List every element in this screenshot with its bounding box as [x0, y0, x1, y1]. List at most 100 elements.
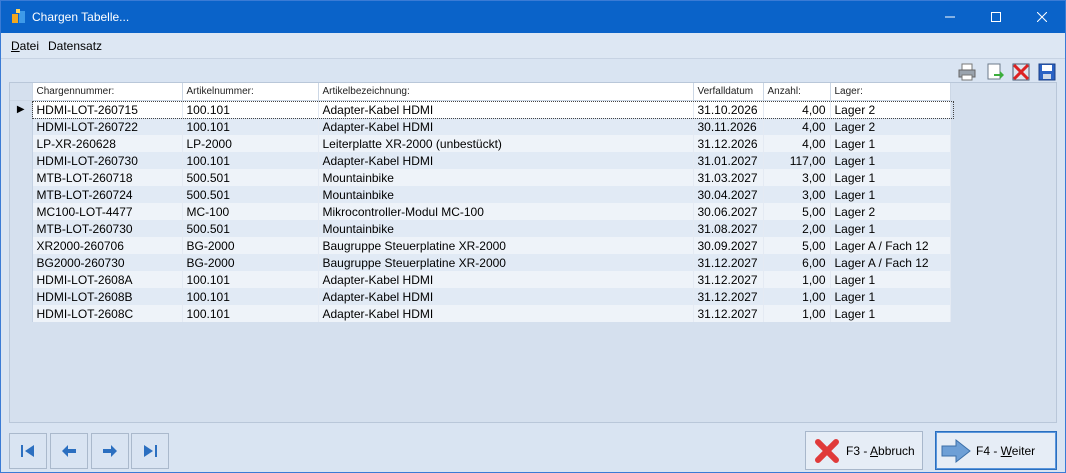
table-cell[interactable]: 30.06.2027 — [693, 203, 764, 220]
table-cell[interactable]: 100.101 — [182, 152, 319, 169]
table-row[interactable]: HDMI-LOT-260730 100.101 Adapter-Kabel HDMI… — [10, 152, 951, 169]
close-button[interactable] — [1019, 1, 1065, 33]
table-cell[interactable]: HDMI-LOT-2608C — [32, 305, 183, 322]
row-indicator[interactable] — [10, 186, 33, 203]
table-cell[interactable]: Baugruppe Steuerplatine XR-2000 — [318, 237, 694, 254]
table-cell[interactable]: 100.101 — [182, 305, 319, 322]
table-cell[interactable]: 500.501 — [182, 220, 319, 237]
table-cell[interactable]: Lager 2 — [830, 100, 951, 118]
row-indicator[interactable] — [10, 169, 33, 186]
table-cell[interactable]: 3,00 — [763, 186, 831, 203]
table-row[interactable]: MTB-LOT-260730 500.501 Mountainbike 31.08.2… — [10, 220, 951, 237]
print-icon[interactable] — [957, 62, 977, 82]
table-cell[interactable]: HDMI-LOT-260722 — [32, 118, 183, 135]
table-cell[interactable]: 100.101 — [182, 288, 319, 305]
table-cell[interactable]: XR2000-260706 — [32, 237, 183, 254]
table-cell[interactable]: Lager 1 — [830, 169, 951, 186]
table-cell[interactable]: 31.12.2027 — [693, 254, 764, 271]
row-indicator[interactable] — [10, 203, 33, 220]
column-header[interactable]: Artikelbezeichnung: — [318, 83, 694, 101]
table-cell[interactable]: Lager A / Fach 12 — [830, 237, 951, 254]
next-button[interactable]: F4 - Weiter — [935, 431, 1057, 470]
maximize-button[interactable] — [973, 1, 1019, 33]
row-indicator[interactable] — [10, 118, 33, 135]
table-cell[interactable]: MC100-LOT-4477 — [32, 203, 183, 220]
table-cell[interactable]: Lager 1 — [830, 220, 951, 237]
row-indicator[interactable] — [10, 271, 33, 288]
table-cell[interactable]: Baugruppe Steuerplatine XR-2000 — [318, 254, 694, 271]
table-cell[interactable]: LP-2000 — [182, 135, 319, 152]
table-cell[interactable]: 31.03.2027 — [693, 169, 764, 186]
menu-datensatz[interactable]: Datensatz — [48, 39, 102, 53]
row-indicator[interactable] — [10, 305, 33, 322]
column-header[interactable]: Verfalldatum — [693, 83, 764, 101]
table-row[interactable]: MTB-LOT-260724 500.501 Mountainbike 30.04.2… — [10, 186, 951, 203]
table-cell[interactable]: Lager 1 — [830, 271, 951, 288]
table-cell[interactable]: Adapter-Kabel HDMI — [318, 118, 694, 135]
table-cell[interactable]: Lager 2 — [830, 203, 951, 220]
table-cell[interactable]: Lager 1 — [830, 305, 951, 322]
save-icon[interactable] — [1037, 62, 1057, 82]
table-cell[interactable]: Mikrocontroller-Modul MC-100 — [318, 203, 694, 220]
column-header[interactable]: Anzahl: — [763, 83, 831, 101]
table-cell[interactable]: HDMI-LOT-2608A — [32, 271, 183, 288]
table-row[interactable]: LP-XR-260628 LP-2000 Leiterplatte XR-2000 … — [10, 135, 951, 152]
table-cell[interactable]: 1,00 — [763, 271, 831, 288]
table-cell[interactable]: 500.501 — [182, 186, 319, 203]
table-cell[interactable]: 100.101 — [182, 271, 319, 288]
table-cell[interactable]: 30.11.2026 — [693, 118, 764, 135]
menu-datei[interactable]: Datei — [11, 39, 39, 53]
table-cell[interactable]: BG-2000 — [182, 237, 319, 254]
table-cell[interactable]: Adapter-Kabel HDMI — [318, 100, 694, 118]
column-header[interactable]: Artikelnummer: — [182, 83, 319, 101]
table-cell[interactable]: Lager 1 — [830, 135, 951, 152]
last-record-button[interactable] — [131, 433, 169, 469]
table-cell[interactable]: MTB-LOT-260730 — [32, 220, 183, 237]
table-cell[interactable]: MTB-LOT-260718 — [32, 169, 183, 186]
table-cell[interactable]: 3,00 — [763, 169, 831, 186]
table-cell[interactable]: Lager 1 — [830, 288, 951, 305]
table-cell[interactable]: BG-2000 — [182, 254, 319, 271]
table-cell[interactable]: BG2000-260730 — [32, 254, 183, 271]
table-row[interactable]: HDMI-LOT-2608C 100.101 Adapter-Kabel HDMI 3… — [10, 305, 951, 322]
table-cell[interactable]: 31.08.2027 — [693, 220, 764, 237]
row-indicator[interactable] — [10, 288, 33, 305]
table-cell[interactable]: 30.04.2027 — [693, 186, 764, 203]
table-row[interactable]: XR2000-260706 BG-2000 Baugruppe Steuerplat… — [10, 237, 951, 254]
table-cell[interactable]: MTB-LOT-260724 — [32, 186, 183, 203]
table-cell[interactable]: 100.101 — [182, 100, 319, 118]
column-header[interactable]: Chargennummer: — [32, 83, 183, 101]
table-cell[interactable]: 30.09.2027 — [693, 237, 764, 254]
table-cell[interactable]: 6,00 — [763, 254, 831, 271]
table-row[interactable]: HDMI-LOT-2608B 100.101 Adapter-Kabel HDMI 3… — [10, 288, 951, 305]
table-cell[interactable]: Adapter-Kabel HDMI — [318, 288, 694, 305]
table-cell[interactable]: Lager 1 — [830, 152, 951, 169]
table-cell[interactable]: HDMI-LOT-2608B — [32, 288, 183, 305]
minimize-button[interactable] — [927, 1, 973, 33]
table-cell[interactable]: Adapter-Kabel HDMI — [318, 305, 694, 322]
table-cell[interactable]: 31.12.2027 — [693, 305, 764, 322]
table-cell[interactable]: 100.101 — [182, 118, 319, 135]
table-cell[interactable]: Mountainbike — [318, 186, 694, 203]
table-row[interactable]: MC100-LOT-4477 MC-100 Mikrocontroller-Modu… — [10, 203, 951, 220]
table-cell[interactable]: HDMI-LOT-260715 — [32, 100, 183, 118]
previous-record-button[interactable] — [50, 433, 88, 469]
table-row[interactable]: ▶ HDMI-LOT-260715 100.101 Adapter-Kabel HDM… — [10, 100, 951, 118]
table-cell[interactable]: 1,00 — [763, 305, 831, 322]
table-cell[interactable]: MC-100 — [182, 203, 319, 220]
table-cell[interactable]: 500.501 — [182, 169, 319, 186]
row-indicator[interactable] — [10, 152, 33, 169]
delete-icon[interactable] — [1011, 62, 1031, 82]
table-cell[interactable]: Lager 1 — [830, 186, 951, 203]
first-record-button[interactable] — [9, 433, 47, 469]
table-row[interactable]: BG2000-260730 BG-2000 Baugruppe Steuerplat… — [10, 254, 951, 271]
table-row[interactable]: HDMI-LOT-260722 100.101 Adapter-Kabel HDMI… — [10, 118, 951, 135]
table-cell[interactable]: Lager A / Fach 12 — [830, 254, 951, 271]
table-cell[interactable]: Adapter-Kabel HDMI — [318, 271, 694, 288]
table-cell[interactable]: 4,00 — [763, 100, 831, 118]
table-row[interactable]: HDMI-LOT-2608A 100.101 Adapter-Kabel HDMI 3… — [10, 271, 951, 288]
table-cell[interactable]: 2,00 — [763, 220, 831, 237]
table-cell[interactable]: Mountainbike — [318, 220, 694, 237]
row-indicator[interactable] — [10, 237, 33, 254]
row-indicator[interactable] — [10, 254, 33, 271]
